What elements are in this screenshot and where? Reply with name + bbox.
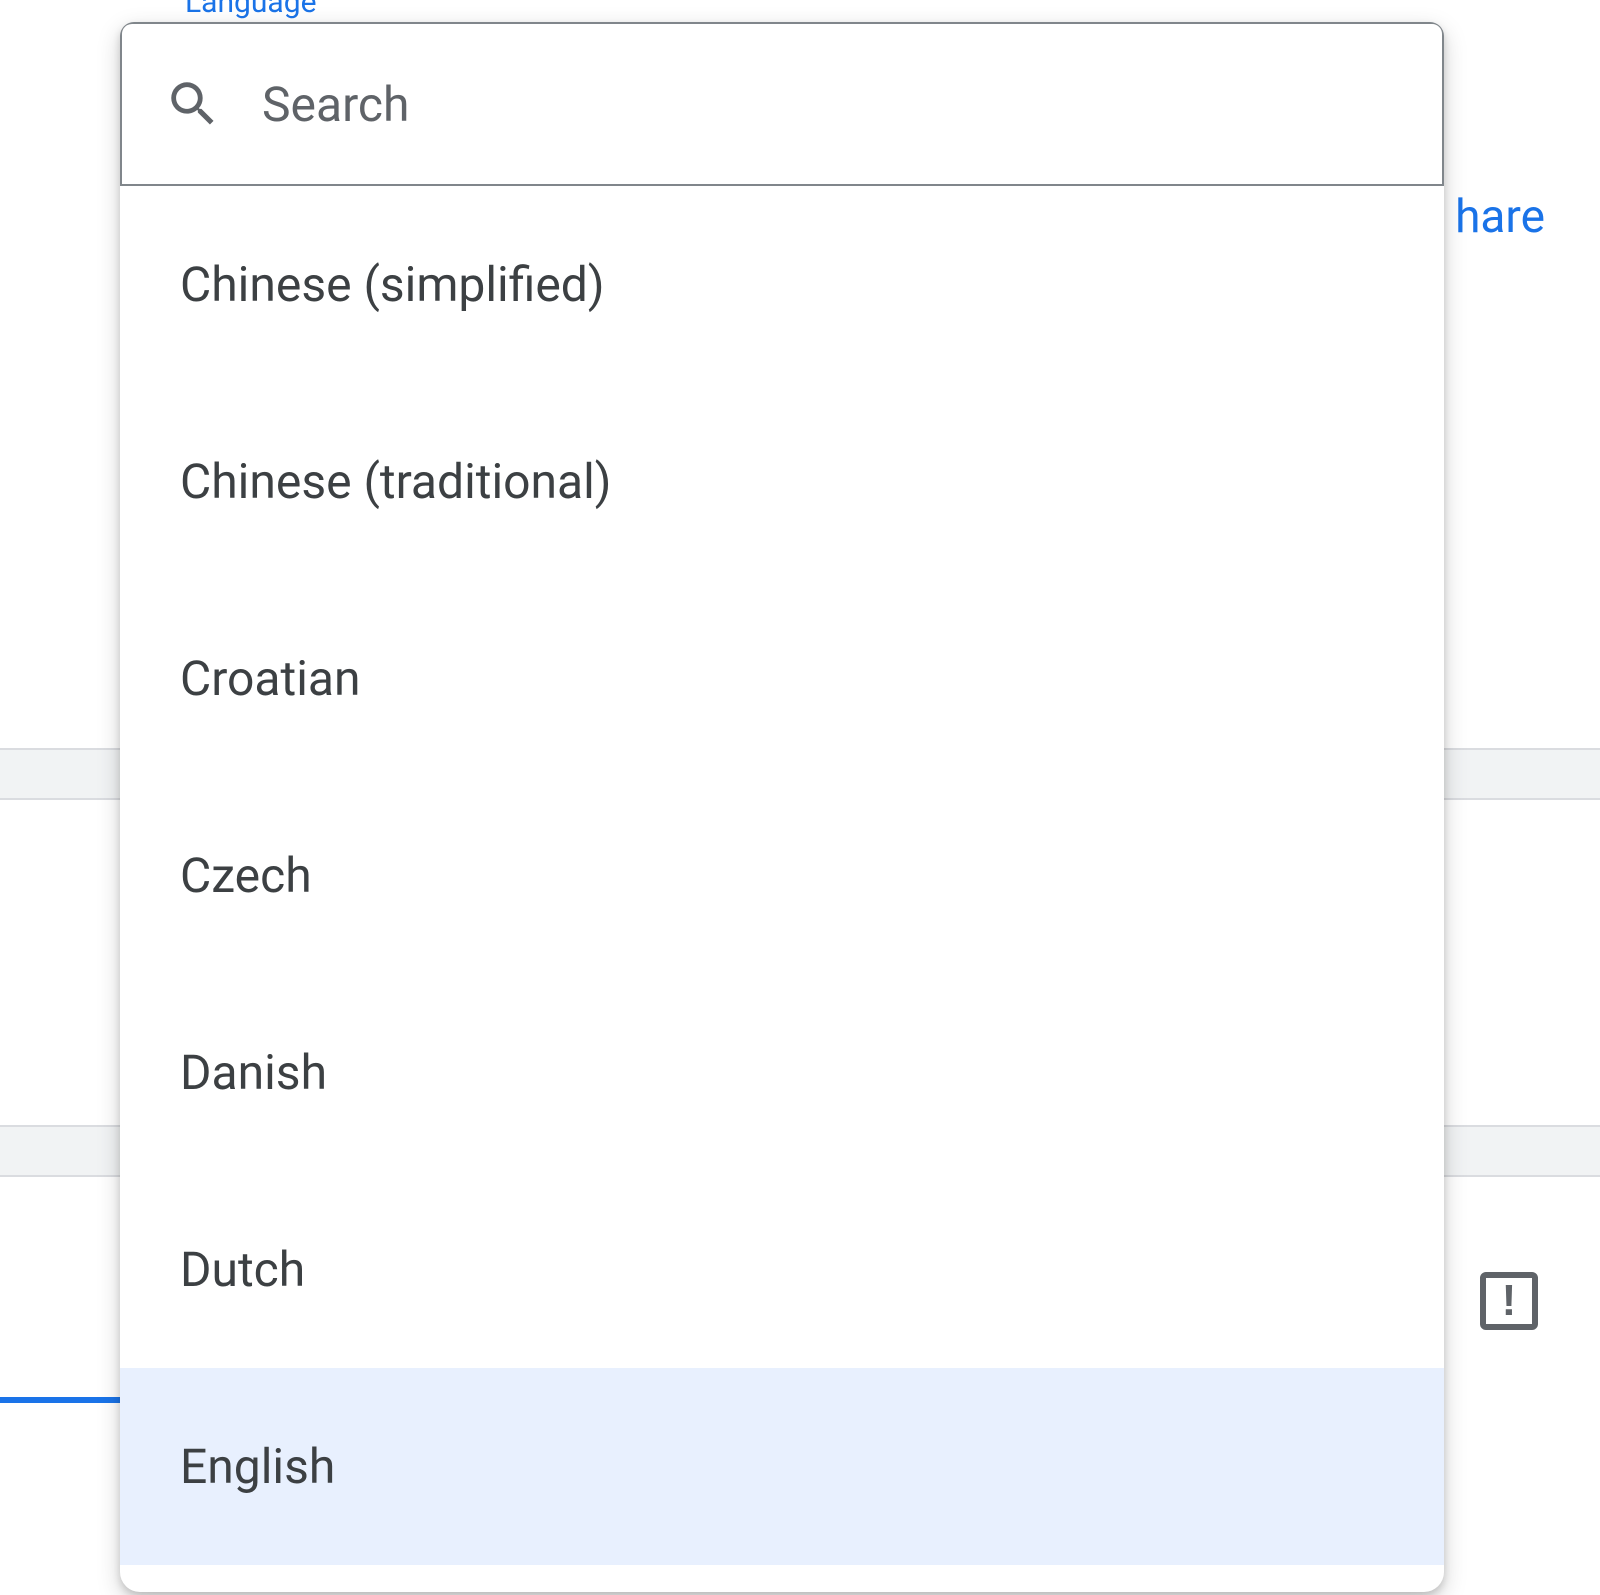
language-option[interactable]: Croatian bbox=[120, 580, 1444, 777]
announcement-icon[interactable] bbox=[1480, 1272, 1538, 1330]
language-option[interactable]: Chinese (traditional) bbox=[120, 383, 1444, 580]
language-option[interactable]: Danish bbox=[120, 974, 1444, 1171]
tab-underline bbox=[0, 1397, 130, 1403]
language-dropdown: Chinese (simplified) Chinese (traditiona… bbox=[120, 22, 1444, 1592]
language-field-label: Language bbox=[185, 0, 317, 20]
search-row bbox=[120, 22, 1444, 186]
search-icon bbox=[164, 75, 222, 133]
language-option[interactable]: Dutch bbox=[120, 1171, 1444, 1368]
search-input[interactable] bbox=[262, 76, 1400, 133]
background-link-fragment[interactable]: hare bbox=[1455, 190, 1545, 244]
language-option[interactable]: Czech bbox=[120, 777, 1444, 974]
language-options-list: Chinese (simplified) Chinese (traditiona… bbox=[120, 186, 1444, 1565]
language-option[interactable]: English bbox=[120, 1368, 1444, 1565]
language-option[interactable]: Chinese (simplified) bbox=[120, 186, 1444, 383]
